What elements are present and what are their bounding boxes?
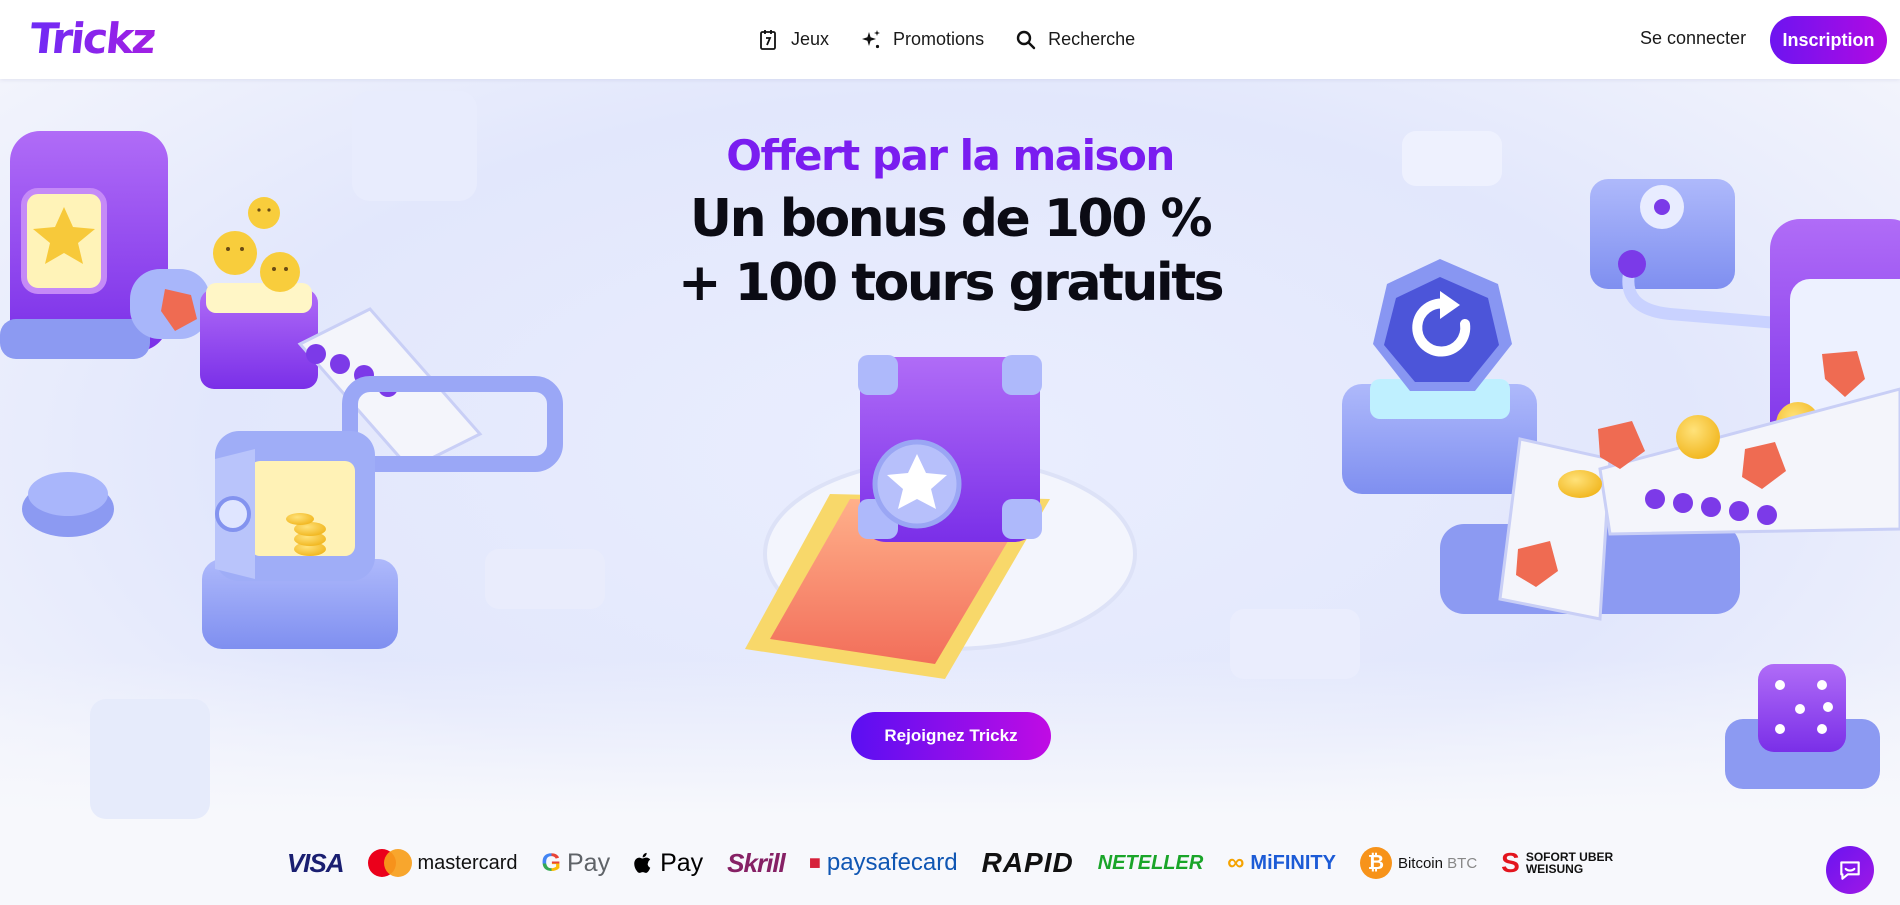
mastercard-label: mastercard bbox=[417, 851, 518, 874]
padlock-icon: ■ bbox=[808, 851, 821, 874]
apple-pay-label: Pay bbox=[660, 848, 704, 877]
nav-item-games[interactable]: Jeux bbox=[757, 28, 829, 52]
hero-headline: Un bonus de 100 % + 100 tours gratuits bbox=[0, 187, 1900, 315]
mifinity-logo: ∞ MiFINITY bbox=[1227, 849, 1336, 877]
chat-bubble-icon bbox=[1840, 861, 1860, 880]
nav-item-label: Promotions bbox=[893, 29, 985, 49]
mifinity-label: MiFINITY bbox=[1250, 851, 1336, 874]
google-pay-label: Pay bbox=[566, 848, 611, 877]
bg-cube bbox=[485, 549, 605, 609]
sparkles-icon bbox=[862, 29, 881, 48]
nav-item-label: Recherche bbox=[1048, 29, 1136, 49]
google-pay-logo: G Pay bbox=[542, 849, 611, 878]
mastercard-logo: mastercard bbox=[367, 849, 518, 877]
sofort-s-icon: S bbox=[1501, 847, 1520, 878]
bitcoin-ticker: BTC bbox=[1447, 854, 1478, 872]
trickz-logo[interactable]: Trickz bbox=[27, 14, 157, 63]
main-nav: Jeux Promotions Recherche bbox=[757, 0, 1135, 79]
neteller-logo: NETELLER bbox=[1097, 851, 1204, 874]
bitcoin-icon: ₿ bbox=[1359, 847, 1392, 879]
nav-item-promotions[interactable]: Promotions bbox=[859, 28, 984, 52]
sofort-logo: S SOFORT UBER WEISUNG bbox=[1501, 847, 1613, 879]
payment-methods: VISA mastercard G Pay Pay Skrill ■ paysa… bbox=[0, 840, 1900, 886]
infinity-icon: ∞ bbox=[1227, 849, 1245, 876]
skrill-logo: Skrill bbox=[727, 847, 786, 878]
bg-cube bbox=[90, 699, 210, 819]
apple-pay-logo: Pay bbox=[634, 849, 703, 878]
paysafecard-logo: ■ paysafecard bbox=[809, 849, 958, 877]
bitcoin-label: Bitcoin bbox=[1397, 854, 1443, 872]
rapid-logo: RAPID bbox=[981, 847, 1074, 878]
gold-coin bbox=[1558, 470, 1602, 498]
visa-logo: VISA bbox=[286, 847, 345, 878]
mastercard-circles-icon bbox=[367, 849, 412, 877]
google-g-icon: G bbox=[541, 848, 561, 877]
hero-tagline: Offert par la maison bbox=[726, 131, 1175, 180]
hero-headline-line1: Un bonus de 100 % bbox=[689, 189, 1213, 249]
bg-cube bbox=[1230, 609, 1360, 679]
nav-item-label: Jeux bbox=[791, 29, 830, 49]
search-icon bbox=[1016, 30, 1036, 49]
conveyor-belt bbox=[1498, 437, 1612, 621]
chat-button[interactable] bbox=[1826, 846, 1874, 894]
safe-dial bbox=[215, 496, 251, 532]
gold-coin bbox=[1676, 415, 1720, 459]
bitcoin-logo: ₿ Bitcoin BTC bbox=[1359, 847, 1478, 879]
join-cta-button[interactable]: Rejoignez Trickz bbox=[851, 712, 1051, 760]
signup-button[interactable]: Inscription bbox=[1770, 16, 1887, 64]
paysafecard-label: paysafecard bbox=[826, 849, 958, 876]
nav-item-search[interactable]: Recherche bbox=[1014, 28, 1135, 52]
login-link[interactable]: Se connecter bbox=[1640, 28, 1746, 49]
site-header: Trickz Jeux Promotions Recherche Se conn… bbox=[0, 0, 1900, 79]
apple-icon bbox=[634, 852, 651, 873]
hero-headline-line2: + 100 tours gratuits bbox=[677, 253, 1225, 313]
hero-banner: Offert par la maison Un bonus de 100 % +… bbox=[0, 79, 1900, 905]
calendar-seven-icon bbox=[760, 29, 776, 50]
sofort-label-line2: WEISUNG bbox=[1525, 862, 1584, 876]
